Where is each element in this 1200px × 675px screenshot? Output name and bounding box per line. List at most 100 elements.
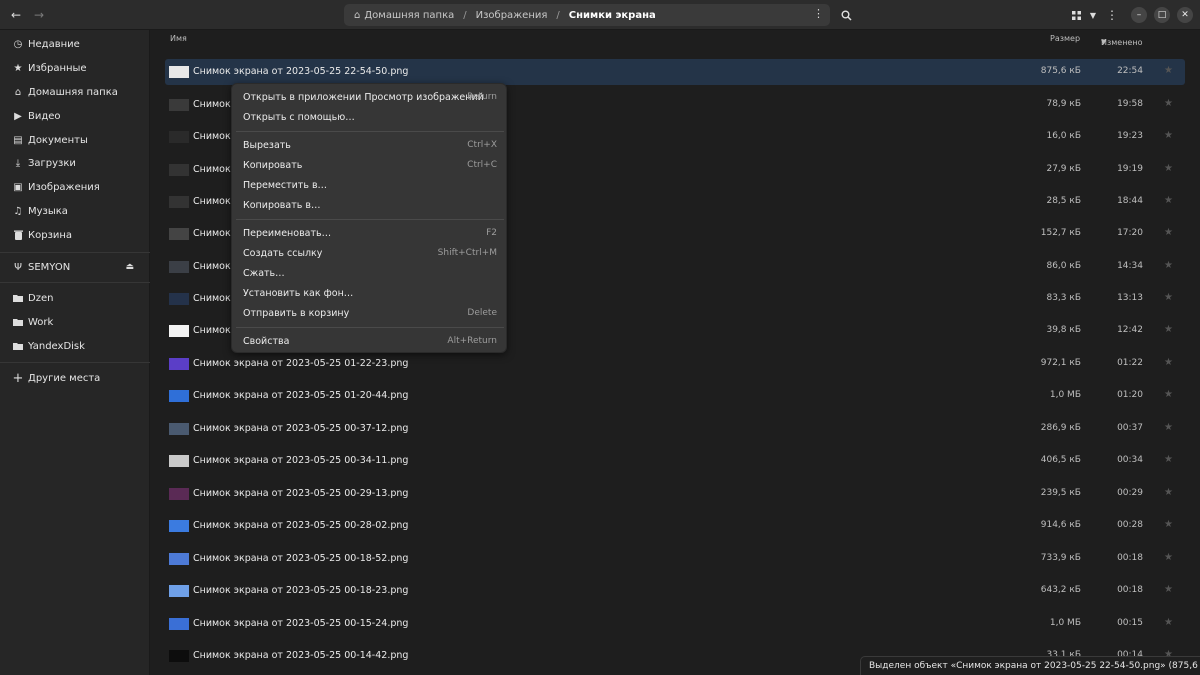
star-icon[interactable]: ★ <box>1164 389 1173 400</box>
file-modified: 22:54 <box>1117 66 1143 76</box>
file-row[interactable]: Снимок экрана от 2023-05-25 00-18-52.png… <box>165 546 1185 572</box>
file-size: 914,6 кБ <box>1040 520 1081 530</box>
star-icon[interactable]: ★ <box>1164 98 1173 109</box>
star-icon[interactable]: ★ <box>1164 584 1173 595</box>
context-menu-item[interactable]: Открыть с помощью… <box>232 107 508 127</box>
context-menu-item[interactable]: Копировать Ctrl+C <box>232 155 508 175</box>
star-icon[interactable]: ★ <box>1164 552 1173 563</box>
context-menu-item[interactable]: Установить как фон… <box>232 283 508 303</box>
star-icon[interactable]: ★ <box>1164 65 1173 76</box>
sidebar-item-starred[interactable]: ★ Избранные <box>0 57 150 79</box>
star-icon[interactable]: ★ <box>1164 130 1173 141</box>
context-menu-item[interactable]: Переместить в… <box>232 175 508 195</box>
sidebar-item-other-locations[interactable]: + Другие места <box>0 367 150 389</box>
file-thumbnail <box>169 261 189 273</box>
sidebar-item-label: YandexDisk <box>28 340 85 352</box>
minimize-button[interactable]: – <box>1131 7 1147 23</box>
sidebar-item-recent[interactable]: ◷ Недавние <box>0 33 150 55</box>
sidebar-item-home[interactable]: ⌂ Домашняя папка <box>0 81 150 103</box>
star-icon[interactable]: ★ <box>1164 454 1173 465</box>
file-thumbnail <box>169 618 189 630</box>
star-icon[interactable]: ★ <box>1164 260 1173 271</box>
context-menu-item[interactable]: Переименовать… F2 <box>232 223 508 243</box>
context-menu-item[interactable]: Сжать… <box>232 263 508 283</box>
star-icon[interactable]: ★ <box>1164 519 1173 530</box>
file-modified: 00:34 <box>1117 455 1143 465</box>
file-size: 86,0 кБ <box>1046 261 1081 271</box>
context-menu-item[interactable]: Отправить в корзину Delete <box>232 303 508 323</box>
file-row[interactable]: Снимок экрана от 2023-05-25 00-37-12.png… <box>165 416 1185 442</box>
star-icon[interactable]: ★ <box>1164 195 1173 206</box>
star-icon[interactable]: ★ <box>1164 422 1173 433</box>
file-row[interactable]: Снимок экрана от 2023-05-25 22-54-50.png… <box>165 59 1185 85</box>
star-icon[interactable]: ★ <box>1164 163 1173 174</box>
star-icon[interactable]: ★ <box>1164 292 1173 303</box>
close-button[interactable]: ✕ <box>1177 7 1193 23</box>
context-menu-item[interactable]: Свойства Alt+Return <box>232 331 508 351</box>
path-menu-icon[interactable]: ⋮ <box>813 7 824 20</box>
file-row[interactable]: Снимок экрана от 2023-05-25 00-18-23.png… <box>165 578 1185 604</box>
arrow-right-icon: → <box>33 8 45 22</box>
star-icon[interactable]: ★ <box>1164 487 1173 498</box>
file-size: 239,5 кБ <box>1040 488 1081 498</box>
sidebar-item-downloads[interactable]: ⤓ Загрузки <box>0 152 150 174</box>
star-icon[interactable]: ★ <box>1164 324 1173 335</box>
file-row[interactable]: Снимок экрана от 2023-05-25 01-20-44.png… <box>165 383 1185 409</box>
eject-icon[interactable]: ⏏ <box>125 262 134 272</box>
file-modified: 00:37 <box>1117 423 1143 433</box>
context-menu-item[interactable]: Вырезать Ctrl+X <box>232 135 508 155</box>
file-row[interactable]: Снимок экрана от 2023-05-25 00-28-02.png… <box>165 513 1185 539</box>
file-row[interactable]: Снимок экрана от 2023-05-25 00-29-13.png… <box>165 481 1185 507</box>
view-options-button[interactable]: ▼ <box>1083 5 1103 25</box>
file-name: Снимок экрана от 2023-05-25 01-20-44.png <box>193 390 409 401</box>
breadcrumb-separator: / <box>463 9 467 21</box>
column-size[interactable]: Размер <box>1050 34 1080 43</box>
file-name: Снимок <box>193 164 231 175</box>
file-thumbnail <box>169 325 189 337</box>
back-button[interactable]: ← <box>6 5 26 25</box>
star-icon[interactable]: ★ <box>1164 357 1173 368</box>
sidebar-item-label: Недавние <box>28 38 80 50</box>
column-header: Имя Размер Изменено ▼ <box>151 30 1200 48</box>
forward-button[interactable]: → <box>29 5 49 25</box>
sidebar-item-work[interactable]: Work <box>0 311 150 333</box>
star-icon[interactable]: ★ <box>1164 227 1173 238</box>
column-name[interactable]: Имя <box>170 34 187 43</box>
breadcrumb-screenshots[interactable]: Снимки экрана <box>569 10 656 21</box>
file-row[interactable]: Снимок экрана от 2023-05-25 00-15-24.png… <box>165 611 1185 637</box>
sidebar-item-trash[interactable]: Корзина <box>0 224 150 246</box>
sidebar-item-dzen[interactable]: Dzen <box>0 287 150 309</box>
sidebar-item-yandexdisk[interactable]: YandexDisk <box>0 335 150 357</box>
file-name: Снимок экрана от 2023-05-25 00-34-11.png <box>193 455 409 466</box>
sidebar-item-videos[interactable]: ▶ Видео <box>0 105 150 127</box>
star-icon: ★ <box>13 62 23 74</box>
maximize-button[interactable]: □ <box>1154 7 1170 23</box>
sidebar-item-music[interactable]: ♫ Музыка <box>0 200 150 222</box>
breadcrumb-home[interactable]: Домашняя папка <box>364 10 454 21</box>
context-menu-item[interactable]: Открыть в приложении Просмотр изображени… <box>232 87 508 107</box>
trash-icon <box>12 229 24 241</box>
menu-item-label: Переименовать… <box>243 227 332 239</box>
file-row[interactable]: Снимок экрана от 2023-05-25 01-22-23.png… <box>165 351 1185 377</box>
file-modified: 19:23 <box>1117 131 1143 141</box>
menu-item-label: Открыть в приложении Просмотр изображени… <box>243 91 484 103</box>
sidebar-separator <box>0 252 150 253</box>
menu-item-label: Установить как фон… <box>243 287 354 299</box>
home-icon: ⌂ <box>354 9 361 21</box>
main-menu-button[interactable]: ⋮ <box>1102 5 1122 25</box>
menu-separator <box>236 327 504 328</box>
file-size: 406,5 кБ <box>1040 455 1081 465</box>
file-name: Снимок экрана от 2023-05-25 00-15-24.png <box>193 618 409 629</box>
menu-item-accelerator: Ctrl+X <box>467 140 497 150</box>
search-button[interactable] <box>836 5 856 25</box>
sidebar-item-semyon[interactable]: Ψ SEMYON ⏏ <box>0 256 150 278</box>
star-icon[interactable]: ★ <box>1164 617 1173 628</box>
sidebar-item-pictures[interactable]: ▣ Изображения <box>0 176 150 198</box>
sidebar-item-label: SEMYON <box>28 261 71 273</box>
sidebar-item-documents[interactable]: ▤ Документы <box>0 129 150 151</box>
context-menu-item[interactable]: Создать ссылку Shift+Ctrl+M <box>232 243 508 263</box>
breadcrumb-pictures[interactable]: Изображения <box>476 10 548 21</box>
file-row[interactable]: Снимок экрана от 2023-05-25 00-34-11.png… <box>165 448 1185 474</box>
menu-separator <box>236 131 504 132</box>
context-menu-item[interactable]: Копировать в… <box>232 195 508 215</box>
